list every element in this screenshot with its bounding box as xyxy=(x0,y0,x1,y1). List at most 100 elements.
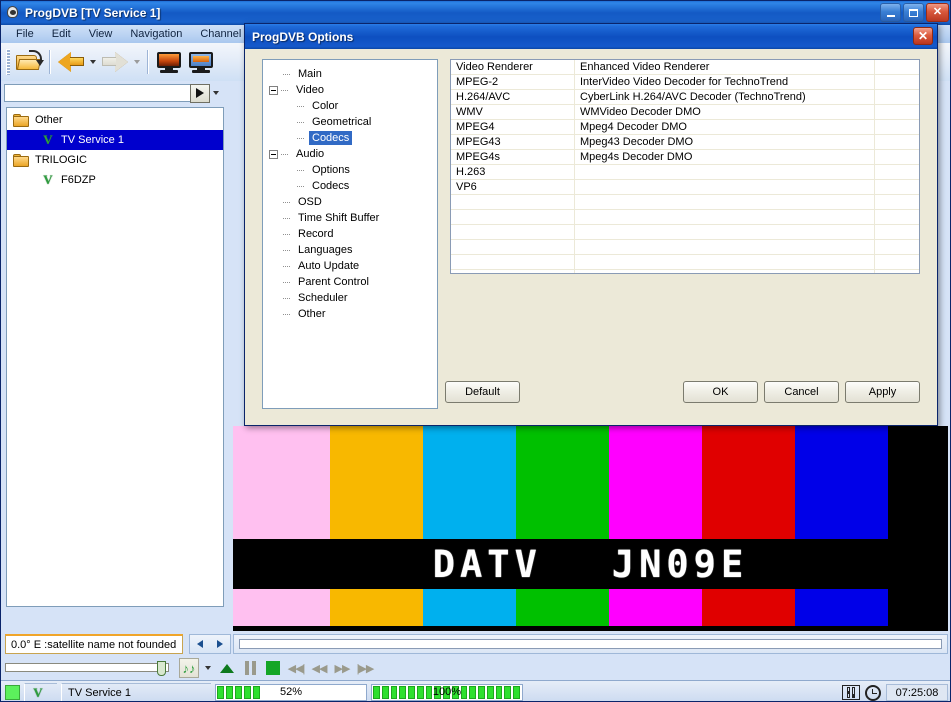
menu-item-file[interactable]: File xyxy=(7,27,43,41)
codec-extra-cell xyxy=(875,195,919,209)
dialog-title: ProgDVB Options xyxy=(252,30,353,44)
option-node-video[interactable]: Video xyxy=(269,82,437,98)
options-category-tree[interactable]: Main Video Color Geometrical xyxy=(262,59,438,409)
channel-dropdown-icon[interactable] xyxy=(210,84,222,103)
eject-icon[interactable] xyxy=(217,658,237,678)
next-channel-icon[interactable] xyxy=(217,640,223,648)
option-node-audio[interactable]: Audio xyxy=(269,146,437,162)
cancel-button[interactable]: Cancel xyxy=(764,381,839,403)
pause-icon[interactable] xyxy=(240,658,260,678)
folder-icon xyxy=(13,154,30,167)
menu-item-navigation[interactable]: Navigation xyxy=(121,27,191,41)
table-row[interactable]: MPEG-2InterVideo Video Decoder for Techn… xyxy=(451,75,919,90)
audio-dropdown-icon[interactable] xyxy=(202,653,214,683)
table-row[interactable]: H.264/AVCCyberLink H.264/AVC Decoder (Te… xyxy=(451,90,919,105)
table-row[interactable] xyxy=(451,240,919,255)
codec-decoder-cell xyxy=(575,270,875,274)
stop-icon[interactable] xyxy=(263,658,283,678)
monitor-blue-icon[interactable] xyxy=(185,46,217,78)
forward-arrow-icon[interactable] xyxy=(99,46,131,78)
option-node-audio-options[interactable]: Options xyxy=(269,162,437,178)
close-button[interactable]: ✕ xyxy=(926,3,949,22)
apply-button[interactable]: Apply xyxy=(845,381,920,403)
back-dropdown-icon[interactable] xyxy=(87,47,99,77)
volume-slider[interactable] xyxy=(5,656,175,678)
forward-dropdown-icon[interactable] xyxy=(131,47,143,77)
back-arrow-icon[interactable] xyxy=(55,46,87,78)
fast-forward-icon[interactable]: ▶▶ xyxy=(332,658,352,678)
collapse-expander-icon[interactable] xyxy=(269,150,278,159)
default-button[interactable]: Default xyxy=(445,381,520,403)
codec-format-cell xyxy=(451,255,575,269)
codec-format-cell xyxy=(451,225,575,239)
option-node-audio-codecs[interactable]: Codecs xyxy=(269,178,437,194)
rewind-icon[interactable]: ◀◀ xyxy=(309,658,329,678)
channel-go-button[interactable] xyxy=(190,84,210,103)
option-node-time-shift-buffer[interactable]: Time Shift Buffer xyxy=(269,210,437,226)
table-row[interactable] xyxy=(451,255,919,270)
table-row[interactable]: MPEG4sMpeg4s Decoder DMO xyxy=(451,150,919,165)
channel-item-f6dzp[interactable]: V F6DZP xyxy=(7,170,223,190)
option-node-parent-control[interactable]: Parent Control xyxy=(269,274,437,290)
window-titlebar: ProgDVB [TV Service 1] ✕ xyxy=(1,1,951,25)
volume-thumb[interactable] xyxy=(157,661,166,676)
table-row[interactable]: H.263 xyxy=(451,165,919,180)
skip-end-icon[interactable]: |▶▶ xyxy=(355,658,375,678)
channel-item-tv-service-1[interactable]: V TV Service 1 xyxy=(7,130,223,150)
table-row[interactable] xyxy=(451,195,919,210)
channel-tree[interactable]: Other V TV Service 1 TRILOGIC V F6DZP xyxy=(6,107,224,607)
option-node-video-codecs[interactable]: Codecs xyxy=(269,130,437,146)
table-row[interactable] xyxy=(451,225,919,240)
dialog-close-button[interactable]: ✕ xyxy=(913,27,933,45)
option-node-scheduler[interactable]: Scheduler xyxy=(269,290,437,306)
video-progress-bar[interactable] xyxy=(233,634,948,654)
monitor-orange-icon[interactable] xyxy=(153,46,185,78)
color-bars-bottom xyxy=(233,589,948,626)
table-row[interactable] xyxy=(451,210,919,225)
volume-track[interactable] xyxy=(5,663,169,672)
progress-track[interactable] xyxy=(239,639,942,649)
channel-search-input[interactable] xyxy=(4,84,190,102)
channel-folder-trilogic[interactable]: TRILOGIC xyxy=(7,150,223,170)
open-folder-icon[interactable] xyxy=(13,46,45,78)
option-node-main[interactable]: Main xyxy=(269,66,437,82)
menu-item-edit[interactable]: Edit xyxy=(43,27,80,41)
prev-channel-icon[interactable] xyxy=(197,640,203,648)
ok-button[interactable]: OK xyxy=(683,381,758,403)
bar-magenta xyxy=(609,589,702,626)
option-node-label: Options xyxy=(309,163,353,177)
codec-list[interactable]: Video RendererEnhanced Video RendererMPE… xyxy=(450,59,920,274)
table-row[interactable]: Video RendererEnhanced Video Renderer xyxy=(451,60,919,75)
table-row[interactable] xyxy=(451,270,919,274)
bar-green xyxy=(516,589,609,626)
option-node-record[interactable]: Record xyxy=(269,226,437,242)
channel-folder-other[interactable]: Other xyxy=(7,110,223,130)
menu-item-channel[interactable]: Channel xyxy=(191,27,250,41)
skip-start-icon[interactable]: ◀◀| xyxy=(286,658,306,678)
bar-orange xyxy=(330,426,423,539)
toolbar-grip[interactable] xyxy=(6,49,10,75)
codec-extra-cell xyxy=(875,165,919,179)
equalizer-icon[interactable] xyxy=(842,685,860,700)
codec-format-cell: Video Renderer xyxy=(451,60,575,74)
option-node-video-geometrical[interactable]: Geometrical xyxy=(269,114,437,130)
option-node-label: Main xyxy=(295,67,325,81)
audio-note-icon[interactable]: ♪♪ xyxy=(179,658,199,678)
option-node-video-color[interactable]: Color xyxy=(269,98,437,114)
option-node-languages[interactable]: Languages xyxy=(269,242,437,258)
table-row[interactable]: WMVWMVideo Decoder DMO xyxy=(451,105,919,120)
table-row[interactable]: MPEG43Mpeg43 Decoder DMO xyxy=(451,135,919,150)
table-row[interactable]: MPEG4Mpeg4 Decoder DMO xyxy=(451,120,919,135)
video-display[interactable]: DATV JN09E xyxy=(233,426,948,631)
codec-extra-cell xyxy=(875,255,919,269)
menu-item-view[interactable]: View xyxy=(80,27,122,41)
option-node-other[interactable]: Other xyxy=(269,306,437,322)
codec-decoder-cell xyxy=(575,165,875,179)
collapse-expander-icon[interactable] xyxy=(269,86,278,95)
option-node-auto-update[interactable]: Auto Update xyxy=(269,258,437,274)
option-node-osd[interactable]: OSD xyxy=(269,194,437,210)
maximize-button[interactable] xyxy=(903,3,924,22)
codec-extra-cell xyxy=(875,270,919,274)
table-row[interactable]: VP6 xyxy=(451,180,919,195)
minimize-button[interactable] xyxy=(880,3,901,22)
